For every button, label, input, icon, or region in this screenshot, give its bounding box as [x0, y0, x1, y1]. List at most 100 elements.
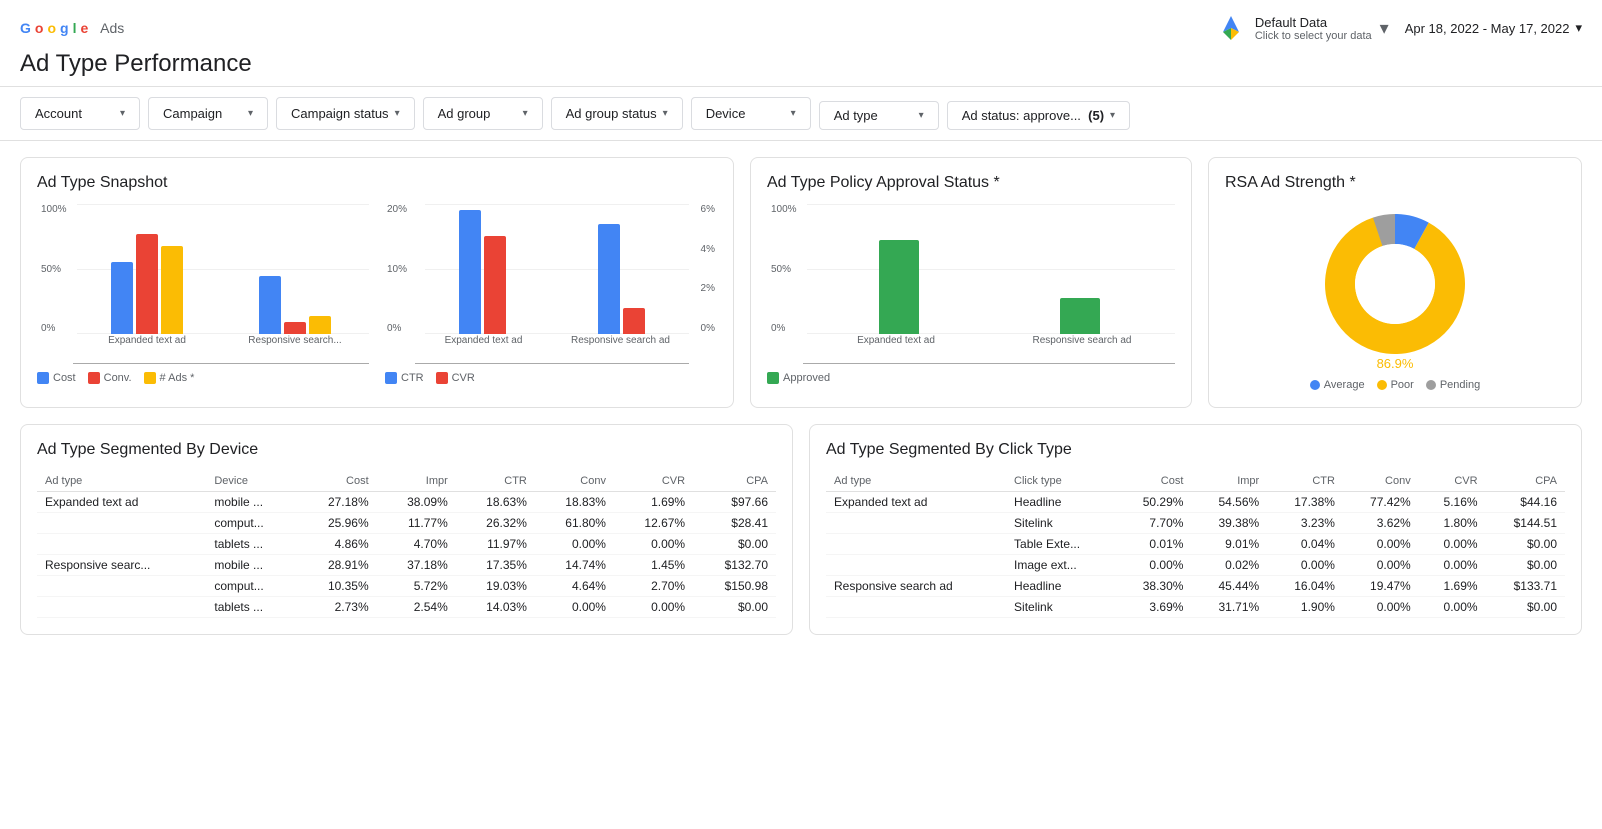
r-y-label-0: 0% [701, 323, 715, 334]
table-cell: Sitelink [1006, 513, 1116, 534]
filter-ad-group[interactable]: Ad group ▾ [423, 97, 543, 130]
filter-account[interactable]: Account ▾ [20, 97, 140, 130]
policy-x-1: Expanded text ad [803, 335, 989, 346]
top-row: Ad Type Snapshot 100% 50% 0% [20, 157, 1582, 408]
table-cell: 0.00% [1343, 534, 1419, 555]
table-row: tablets ...2.73%2.54%14.03%0.00%0.00%$0.… [37, 597, 776, 618]
table-cell: 25.96% [298, 513, 377, 534]
main-content: Ad Type Snapshot 100% 50% 0% [0, 141, 1602, 651]
table-cell: Sitelink [1006, 597, 1116, 618]
th-ctr-c: CTR [1267, 471, 1343, 492]
filter-ad-group-status[interactable]: Ad group status ▾ [551, 97, 683, 130]
th-click-type: Click type [1006, 471, 1116, 492]
table-cell: 1.69% [1419, 576, 1486, 597]
legend-approved: Approved [767, 372, 830, 384]
table-row: Sitelink3.69%31.71%1.90%0.00%0.00%$0.00 [826, 597, 1565, 618]
table-cell: 11.97% [456, 534, 535, 555]
bar-ctr-2 [598, 224, 620, 334]
filter-campaign-status[interactable]: Campaign status ▾ [276, 97, 415, 130]
table-cell: 0.00% [1419, 555, 1486, 576]
table-cell: 77.42% [1343, 492, 1419, 513]
data-source-sub: Click to select your data [1255, 30, 1372, 42]
table-row: tablets ...4.86%4.70%11.97%0.00%0.00%$0.… [37, 534, 776, 555]
table-row: Image ext...0.00%0.02%0.00%0.00%0.00%$0.… [826, 555, 1565, 576]
table-cell: 10.35% [298, 576, 377, 597]
table-cell: 0.00% [1419, 534, 1486, 555]
table-cell: 31.71% [1191, 597, 1267, 618]
policy-bar-group-2 [1004, 298, 1155, 334]
table-cell: 1.69% [614, 492, 693, 513]
table-cell: 3.23% [1267, 513, 1343, 534]
table-row: Responsive searc...mobile ...28.91%37.18… [37, 555, 776, 576]
bar-cvr-1 [484, 236, 506, 334]
legend-average-label: Average [1324, 379, 1365, 391]
table-cell: $44.16 [1486, 492, 1565, 513]
filter-ad-status-chevron: ▾ [1110, 110, 1115, 121]
policy-bar-group-1 [823, 240, 974, 334]
data-source[interactable]: Default Data Click to select your data ▾ [1215, 12, 1389, 44]
th-cpa: CPA [693, 471, 776, 492]
legend-average-icon [1310, 380, 1320, 390]
table-cell: 4.86% [298, 534, 377, 555]
y-label-50: 50% [41, 264, 67, 275]
logo-g2: g [60, 20, 69, 36]
table-cell: 5.16% [1419, 492, 1486, 513]
table-cell: Responsive search ad [826, 576, 1006, 597]
date-range-selector[interactable]: Apr 18, 2022 - May 17, 2022 ▾ [1405, 20, 1582, 36]
table-cell: $150.98 [693, 576, 776, 597]
device-table-container[interactable]: Ad type Device Cost Impr CTR Conv CVR CP… [37, 471, 776, 618]
filter-campaign[interactable]: Campaign ▾ [148, 97, 268, 130]
filter-ad-type[interactable]: Ad type ▾ [819, 101, 939, 130]
data-source-icon [1215, 12, 1247, 44]
date-range-text: Apr 18, 2022 - May 17, 2022 [1405, 21, 1570, 36]
table-cell: 0.00% [1116, 555, 1192, 576]
snapshot-card: Ad Type Snapshot 100% 50% 0% [20, 157, 734, 408]
snapshot-chart1: 100% 50% 0% [37, 204, 369, 384]
table-cell: mobile ... [206, 492, 297, 513]
table-cell: tablets ... [206, 597, 297, 618]
table-cell [37, 597, 206, 618]
bar-ads-2 [309, 316, 331, 334]
data-source-name: Default Data [1255, 15, 1372, 30]
legend-conv-label: Conv. [104, 372, 132, 384]
filter-ad-status[interactable]: Ad status: approve... (5) ▾ [947, 101, 1130, 130]
th-cost-c: Cost [1116, 471, 1192, 492]
legend-ctr-icon [385, 372, 397, 384]
table-cell: Headline [1006, 576, 1116, 597]
snapshot-chart2: 20% 10% 0% 6% 4% 2% 0% [385, 204, 717, 384]
click-table-container[interactable]: Ad type Click type Cost Impr CTR Conv CV… [826, 471, 1565, 618]
table-cell: 5.72% [377, 576, 456, 597]
filter-device[interactable]: Device ▾ [691, 97, 811, 130]
donut-center-label: 86.9% [1377, 356, 1414, 371]
legend-ads-label: # Ads * [160, 372, 195, 384]
legend-poor: Poor [1377, 379, 1414, 391]
legend-ads: # Ads * [144, 372, 195, 384]
header: Google Ads Default Data Click to select … [0, 0, 1602, 87]
chart1-legend: Cost Conv. # Ads * [37, 372, 369, 384]
donut-container: 86.9% [1225, 204, 1565, 371]
table-row: Sitelink7.70%39.38%3.23%3.62%1.80%$144.5… [826, 513, 1565, 534]
r-y-label-6: 6% [701, 204, 715, 215]
legend-cvr-label: CVR [452, 372, 475, 384]
filters-bar: Account ▾ Campaign ▾ Campaign status ▾ A… [0, 87, 1602, 141]
device-table-title: Ad Type Segmented By Device [37, 441, 776, 459]
table-cell: 28.91% [298, 555, 377, 576]
policy-y-0: 0% [771, 323, 797, 334]
table-cell: $28.41 [693, 513, 776, 534]
logo-g: G [20, 20, 31, 36]
th-impr-c: Impr [1191, 471, 1267, 492]
legend-poor-label: Poor [1391, 379, 1414, 391]
bar-ads-1 [161, 246, 183, 334]
bar-conv-2 [284, 322, 306, 334]
click-table-body: Expanded text adHeadline50.29%54.56%17.3… [826, 492, 1565, 618]
y-label-100: 100% [41, 204, 67, 215]
policy-x-2: Responsive search ad [989, 335, 1175, 346]
legend-conv-icon [88, 372, 100, 384]
table-row: Expanded text admobile ...27.18%38.09%18… [37, 492, 776, 513]
legend-approved-label: Approved [783, 372, 830, 384]
table-cell [826, 555, 1006, 576]
th-cvr: CVR [614, 471, 693, 492]
filter-ad-type-label: Ad type [834, 108, 878, 123]
click-card: Ad Type Segmented By Click Type Ad type … [809, 424, 1582, 635]
filter-campaign-status-chevron: ▾ [395, 108, 400, 119]
